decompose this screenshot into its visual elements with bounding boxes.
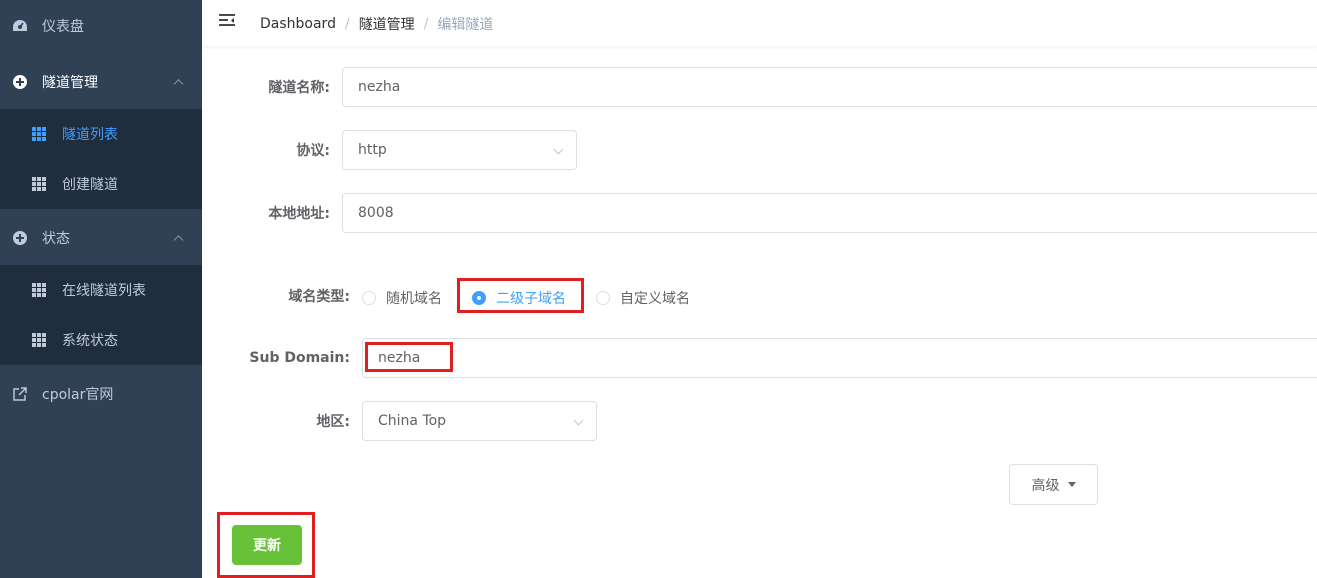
advanced-button[interactable]: 高级 (1009, 464, 1098, 505)
menu-item-status[interactable]: 状态 (0, 212, 202, 264)
radio-label-random-domain: 随机域名 (386, 291, 442, 307)
sidebar-item-create-tunnel[interactable]: 创建隧道 (0, 159, 202, 209)
protocol-value: http (358, 142, 387, 158)
region-label-wrap: 地区: (202, 401, 350, 441)
status-icon (12, 230, 28, 246)
advanced-label: 高级 (1031, 477, 1060, 494)
table-icon (32, 283, 46, 297)
radio-circle-icon (596, 291, 610, 305)
navbar: Dashboard / 隧道管理 / 编辑隧道 (202, 0, 1317, 46)
menu-item-cpolar-site[interactable]: cpolar官网 (0, 368, 202, 420)
external-link-icon (12, 386, 28, 402)
radio-label-custom-domain: 自定义域名 (620, 291, 690, 307)
sidebar-item-online-tunnels[interactable]: 在线隧道列表 (0, 265, 202, 315)
subdomain-label: Sub Domain: (249, 350, 350, 366)
local-address-label-wrap: 本地地址: (202, 193, 330, 233)
local-address-input[interactable]: 8008 (342, 193, 1317, 233)
domain-type-label-wrap: 域名类型: (202, 276, 350, 316)
tunnel-name-label: 隧道名称: (268, 80, 330, 96)
table-icon (32, 333, 46, 347)
radio-checked-icon (472, 291, 486, 305)
chevron-down-icon (553, 144, 564, 155)
region-select[interactable]: China Top (362, 401, 597, 441)
radio-subdomain[interactable]: 二级子域名 (472, 288, 566, 308)
table-icon (32, 127, 46, 141)
update-label: 更新 (253, 538, 281, 554)
breadcrumb-current: 编辑隧道 (437, 17, 494, 33)
local-address-value: 8008 (358, 205, 394, 221)
sidebar-label-system-status: 系统状态 (62, 333, 118, 349)
menu-label-cpolar-site: cpolar官网 (42, 387, 114, 403)
protocol-select[interactable]: http (342, 130, 577, 170)
region-value: China Top (378, 413, 447, 429)
protocol-label: 协议: (296, 143, 330, 159)
tunnel-management-icon (12, 74, 28, 90)
chevron-up-icon (173, 235, 184, 246)
radio-custom-domain[interactable]: 自定义域名 (596, 288, 690, 308)
menu-item-dashboard[interactable]: 仪表盘 (0, 0, 202, 52)
tunnel-name-value: nezha (358, 79, 401, 95)
domain-type-label: 域名类型: (288, 289, 350, 305)
breadcrumb-separator: / (423, 16, 429, 32)
sidebar-label-tunnel-list: 隧道列表 (62, 127, 118, 143)
breadcrumb: Dashboard / 隧道管理 / 编辑隧道 (260, 14, 493, 34)
region-label: 地区: (316, 414, 350, 430)
tunnel-name-input[interactable]: nezha (342, 67, 1317, 107)
menu-label-tunnel-management: 隧道管理 (42, 75, 98, 91)
hamburger-icon[interactable] (218, 13, 236, 29)
sidebar-label-create-tunnel: 创建隧道 (62, 177, 118, 193)
protocol-label-wrap: 协议: (202, 130, 330, 170)
subdomain-label-wrap: Sub Domain: (202, 338, 350, 378)
dashboard-icon (12, 18, 28, 34)
subdomain-input[interactable]: nezha (362, 338, 1317, 378)
breadcrumb-tunnel-management[interactable]: 隧道管理 (359, 14, 415, 34)
sidebar-item-tunnel-list[interactable]: 隧道列表 (0, 109, 202, 159)
chevron-up-icon (173, 79, 184, 90)
sidebar: 仪表盘 隧道管理 隧道列表 创建隧道 状态 在线隧道列表 系统状态 cpolar… (0, 0, 202, 578)
menu-label-dashboard: 仪表盘 (42, 19, 84, 35)
radio-circle-icon (362, 291, 376, 305)
radio-random-domain[interactable]: 随机域名 (362, 288, 442, 308)
sidebar-item-system-status[interactable]: 系统状态 (0, 315, 202, 365)
caret-down-icon (1067, 482, 1076, 487)
sidebar-label-online-tunnels: 在线隧道列表 (62, 283, 146, 299)
radio-label-subdomain: 二级子域名 (496, 291, 566, 307)
table-icon (32, 177, 46, 191)
update-button[interactable]: 更新 (232, 525, 302, 565)
breadcrumb-separator: / (344, 16, 350, 32)
menu-item-tunnel-management[interactable]: 隧道管理 (0, 56, 202, 108)
breadcrumb-dashboard[interactable]: Dashboard (260, 16, 336, 32)
subdomain-value: nezha (378, 350, 421, 366)
tunnel-name-label-wrap: 隧道名称: (202, 67, 330, 107)
chevron-down-icon (573, 415, 584, 426)
menu-label-status: 状态 (42, 231, 70, 247)
local-address-label: 本地地址: (268, 206, 330, 222)
